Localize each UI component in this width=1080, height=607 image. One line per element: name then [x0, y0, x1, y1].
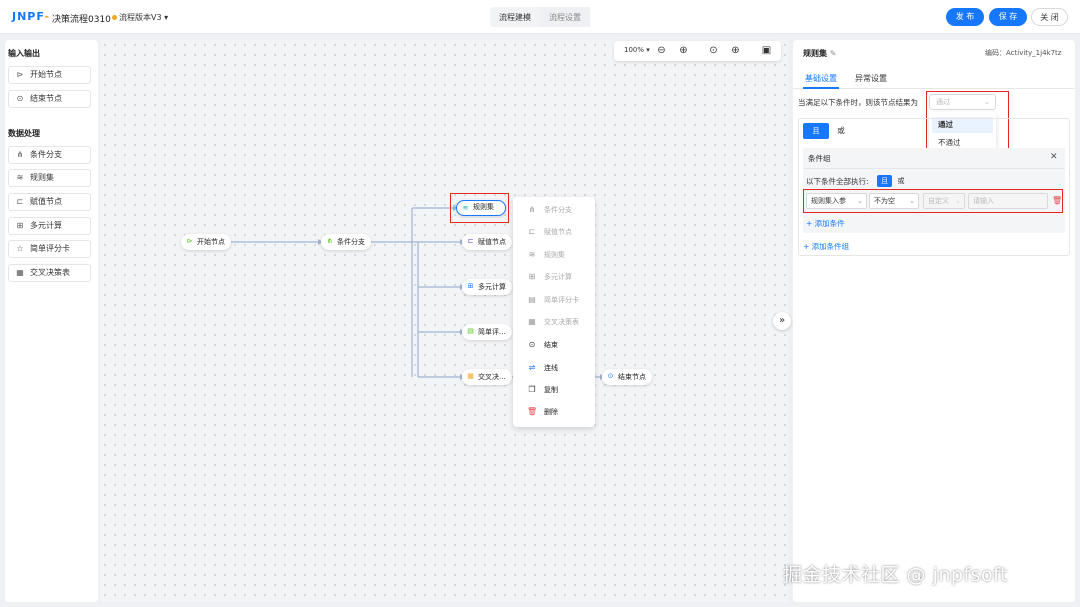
center-icon[interactable]: ⊙ — [707, 44, 720, 57]
zoom-level: 100% — [624, 46, 645, 54]
node-start[interactable]: ⊳ 开始节点 — [181, 234, 231, 250]
menu-item-crosstable[interactable]: ▦ 交叉决策表 — [527, 316, 579, 328]
node-multicalc[interactable]: ⊞ 多元计算 — [462, 279, 512, 295]
condition-valuetype-select[interactable]: 自定义 ⌄ — [923, 193, 965, 209]
node-label: 多元计算 — [478, 283, 506, 291]
chevron-down-icon: ⌄ — [955, 197, 961, 205]
node-crosstable[interactable]: ▦ 交叉决... — [462, 369, 512, 385]
tab-active-indicator — [803, 87, 839, 89]
close-icon[interactable]: ✕ — [1050, 152, 1058, 162]
chevron-down-icon: ⌄ — [984, 98, 990, 106]
table-icon: ▦ — [528, 317, 536, 326]
menu-item-delete[interactable]: 🗑 删除 — [527, 406, 558, 418]
node-code: 编码：Activity_1j4k7tz — [985, 49, 1062, 57]
menu-item-multicalc[interactable]: ⊞ 多元计算 — [527, 271, 572, 283]
menu-item-label: 赋值节点 — [544, 228, 572, 236]
menu-item-label: 多元计算 — [544, 273, 572, 281]
assign-icon: ⊏ — [467, 237, 474, 245]
globe-icon[interactable]: ⊕ — [729, 44, 742, 57]
add-condition-button[interactable]: + 添加条件 — [806, 218, 845, 229]
menu-item-end[interactable]: ⊙ 结束 — [527, 339, 558, 351]
menu-item-copy[interactable]: ❐ 复制 — [527, 384, 558, 396]
assign-icon: ⊏ — [528, 227, 536, 236]
zoom-in-icon[interactable]: ⊕ — [677, 44, 690, 57]
node-label: 条件分支 — [337, 238, 365, 246]
node-end[interactable]: ⊙ 结束节点 — [602, 369, 652, 385]
exec-label: 以下条件全部执行: — [806, 177, 869, 186]
add-condition-group-button[interactable]: + 添加条件组 — [803, 241, 849, 252]
result-placeholder: 通过 — [936, 98, 950, 106]
caret-down-icon: ▾ — [646, 46, 650, 54]
menu-item-label: 连线 — [544, 364, 558, 372]
layers-icon: ≋ — [462, 204, 469, 212]
menu-item-label: 规则集 — [544, 251, 565, 259]
menu-item-label: 条件分支 — [544, 206, 572, 214]
node-label: 交叉决... — [478, 373, 506, 381]
trash-icon[interactable]: 🗑 — [1052, 196, 1062, 205]
menu-item-scorecard[interactable]: ▤ 简单评分卡 — [527, 294, 579, 306]
result-select[interactable]: 通过 ⌄ — [929, 94, 996, 110]
node-label: 开始节点 — [197, 238, 225, 246]
branch-icon: ⋔ — [528, 205, 536, 214]
chevron-down-icon: ⌄ — [857, 197, 863, 205]
menu-item-label: 简单评分卡 — [544, 296, 579, 304]
connect-icon: ⇌ — [528, 363, 536, 372]
logic-or-button[interactable]: 或 — [831, 123, 851, 139]
node-branch[interactable]: ⋔ 条件分支 — [321, 234, 371, 250]
scorecard-icon: ▤ — [467, 327, 474, 335]
operator-value: 不为空 — [874, 197, 895, 205]
zoom-out-icon[interactable]: ⊖ — [655, 44, 668, 57]
menu-item-label: 结束 — [544, 341, 558, 349]
condition-operator-select[interactable]: 不为空 ⌄ — [869, 193, 919, 209]
stop-circle-icon: ⊙ — [528, 340, 536, 349]
node-ruleset[interactable]: ≋ 规则集 — [456, 200, 506, 216]
minimap-icon[interactable]: ▣ — [760, 44, 773, 57]
trash-icon: 🗑 — [527, 407, 538, 416]
condition-group-divider — [803, 168, 1065, 169]
node-assign[interactable]: ⊏ 赋值节点 — [462, 234, 512, 250]
tab-exception-settings[interactable]: 异常设置 — [855, 73, 887, 84]
condition-label: 当满足以下条件时，则该节点结果为 — [798, 98, 918, 107]
node-scorecard[interactable]: ▤ 简单评... — [462, 324, 512, 340]
condition-value-input[interactable]: 请输入 — [968, 193, 1048, 209]
copy-icon: ❐ — [528, 385, 536, 394]
menu-item-label: 复制 — [544, 386, 558, 394]
stop-circle-icon: ⊙ — [607, 372, 614, 380]
scorecard-icon: ▤ — [528, 295, 536, 304]
menu-item-branch[interactable]: ⋔ 条件分支 — [527, 204, 572, 216]
field-value: 规则集入参 — [811, 197, 846, 205]
panel-title: 规则集 ✎ — [803, 48, 837, 59]
exec-and-button[interactable]: 且 — [877, 175, 892, 187]
node-label: 结束节点 — [618, 373, 646, 381]
condition-group-title: 条件组 — [808, 154, 831, 163]
menu-item-label: 交叉决策表 — [544, 318, 579, 326]
menu-item-connect[interactable]: ⇌ 连线 — [527, 362, 558, 374]
tab-basic-settings[interactable]: 基础设置 — [805, 73, 837, 84]
exec-or-button[interactable]: 或 — [894, 175, 908, 187]
menu-item-assign[interactable]: ⊏ 赋值节点 — [527, 226, 572, 238]
valuetype-value: 自定义 — [928, 197, 949, 205]
panel-title-text: 规则集 — [803, 49, 827, 58]
watermark: 掘金技术社区 @ jnpfsoft — [783, 564, 1008, 586]
logic-and-button[interactable]: 且 — [803, 123, 829, 139]
node-label: 简单评... — [478, 328, 506, 336]
edit-icon[interactable]: ✎ — [830, 49, 837, 58]
chevron-down-icon: ⌄ — [909, 197, 915, 205]
calculator-icon: ⊞ — [467, 282, 474, 290]
branch-icon: ⋔ — [326, 237, 333, 245]
play-circle-icon: ⊳ — [186, 237, 193, 245]
node-label: 赋值节点 — [478, 238, 506, 246]
node-context-menu: ⋔ 条件分支 ⊏ 赋值节点 ≋ 规则集 ⊞ 多元计算 ▤ 简单评分卡 ▦ 交叉决策表 ⊙ 结束… — [513, 197, 595, 427]
layers-icon: ≋ — [528, 250, 536, 259]
menu-item-ruleset[interactable]: ≋ 规则集 — [527, 249, 565, 261]
collapse-panel-button[interactable]: » — [773, 312, 791, 330]
node-label: 规则集 — [473, 203, 494, 211]
calculator-icon: ⊞ — [528, 272, 536, 281]
canvas-toolbar: 100% ▾ ⊖ ⊕ ⊙ ⊕ ▣ — [614, 41, 781, 61]
table-icon: ▦ — [467, 372, 474, 380]
zoom-select[interactable]: 100% ▾ — [624, 46, 650, 54]
condition-field-select[interactable]: 规则集入参 ⌄ — [806, 193, 867, 209]
menu-item-label: 删除 — [544, 408, 558, 416]
